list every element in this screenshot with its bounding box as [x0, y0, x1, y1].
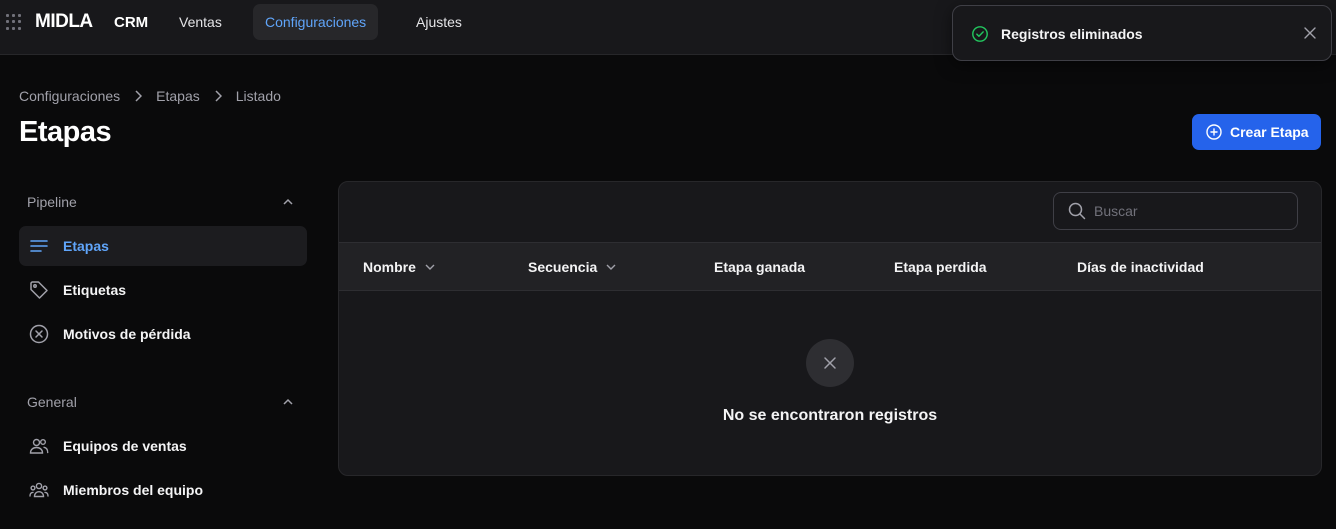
sidebar-group-general: General — [27, 394, 77, 410]
brand-logo[interactable]: MIDLA — [35, 11, 93, 33]
create-etapa-label: Crear Etapa — [1230, 124, 1309, 140]
create-etapa-button[interactable]: Crear Etapa — [1192, 114, 1321, 150]
x-circle-icon — [29, 324, 49, 344]
etapas-table-card: Nombre Secuencia Etapa ganada Etapa perd… — [338, 181, 1322, 476]
sidebar-group-pipeline: Pipeline — [27, 194, 77, 210]
sidebar-item-label: Miembros del equipo — [63, 482, 204, 498]
chevron-right-icon — [135, 90, 143, 102]
chevron-down-icon — [606, 264, 616, 270]
column-header-label: Nombre — [363, 259, 416, 275]
user-group-icon — [29, 482, 49, 498]
search-icon — [1068, 202, 1086, 220]
sidebar-item-label: Equipos de ventas — [63, 438, 187, 454]
column-header-nombre[interactable]: Nombre — [363, 259, 436, 275]
apps-grid-icon[interactable] — [6, 14, 22, 30]
table-header: Nombre Secuencia Etapa ganada Etapa perd… — [339, 242, 1321, 291]
toast-notification: Registros eliminados — [952, 5, 1332, 61]
sidebar-item-label: Etiquetas — [63, 282, 127, 298]
toast-message: Registros eliminados — [1001, 26, 1143, 42]
sidebar-item-etiquetas[interactable]: Etiquetas — [19, 270, 307, 310]
close-icon[interactable] — [1303, 26, 1317, 40]
brand-product: CRM — [114, 14, 149, 31]
empty-state-message: No se encontraron registros — [722, 407, 938, 424]
sidebar-item-etapas[interactable]: Etapas — [19, 226, 307, 266]
empty-state-icon-wrapper — [806, 339, 854, 387]
list-icon — [30, 240, 48, 252]
breadcrumb-listado: Listado — [235, 88, 281, 104]
chevron-down-icon — [425, 264, 435, 270]
plus-circle-icon — [1206, 124, 1222, 140]
breadcrumb: Configuraciones Etapas Listado — [19, 88, 281, 104]
sidebar-item-motivos-perdida[interactable]: Motivos de pérdida — [19, 314, 307, 354]
page-title: Etapas — [19, 116, 112, 148]
breadcrumb-configuraciones[interactable]: Configuraciones — [19, 88, 120, 104]
chevron-up-icon[interactable] — [282, 396, 294, 408]
column-header-dias-inactividad: Días de inactividad — [1077, 259, 1204, 275]
nav-ventas[interactable]: Ventas — [167, 4, 234, 40]
check-circle-icon — [972, 26, 988, 42]
nav-configuraciones[interactable]: Configuraciones — [253, 4, 379, 40]
nav-ajustes[interactable]: Ajustes — [404, 4, 474, 40]
sidebar-item-label: Motivos de pérdida — [63, 326, 191, 342]
sidebar-item-label: Etapas — [63, 238, 109, 254]
column-header-etapa-perdida: Etapa perdida — [894, 259, 987, 275]
column-header-label: Secuencia — [528, 259, 598, 275]
column-header-secuencia[interactable]: Secuencia — [528, 259, 617, 275]
column-header-etapa-ganada: Etapa ganada — [714, 259, 806, 275]
tag-icon — [30, 281, 48, 299]
breadcrumb-etapas[interactable]: Etapas — [156, 88, 200, 104]
search-box[interactable] — [1053, 192, 1298, 230]
chevron-right-icon — [215, 90, 222, 102]
search-input[interactable] — [1094, 203, 1284, 219]
users-icon — [29, 438, 49, 454]
sidebar-item-equipos-ventas[interactable]: Equipos de ventas — [19, 426, 307, 466]
x-icon — [824, 357, 836, 369]
chevron-up-icon[interactable] — [282, 196, 294, 208]
sidebar-item-miembros-equipo[interactable]: Miembros del equipo — [19, 470, 307, 510]
